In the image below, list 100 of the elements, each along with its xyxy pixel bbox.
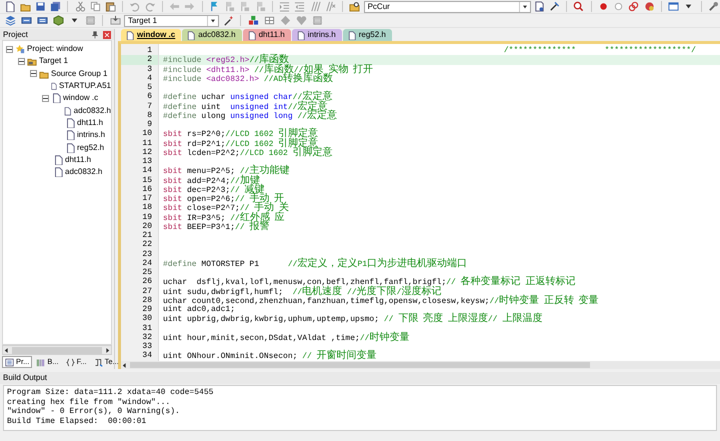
line-number: 17 <box>141 194 153 204</box>
find-in-files-icon[interactable] <box>348 0 362 13</box>
file-icon <box>53 167 63 178</box>
file-icon <box>50 81 57 92</box>
file-tab[interactable]: window .c <box>121 29 182 41</box>
save-icon[interactable] <box>34 0 48 13</box>
code-line: sbit IR=P3^5; //红外感 应 <box>162 212 286 222</box>
line-number: 14 <box>141 166 153 176</box>
code-line: #include <adc0832.h> //AD转换库函数 <box>162 74 334 83</box>
line-number: 2 <box>121 55 158 64</box>
tree-item[interactable]: window .c <box>63 92 98 104</box>
braces-icon <box>66 358 75 366</box>
code-line: sbit rs=P2^0;//LCD 1602 引脚定意 <box>162 129 320 138</box>
code-line: uint ONhour.ONminit.ONsecon; // 开窗时间变量 <box>162 351 378 360</box>
download-icon[interactable] <box>108 14 122 27</box>
batch-build-icon[interactable] <box>51 14 65 27</box>
uncomment-icon[interactable] <box>324 0 338 13</box>
line-number: 7 <box>146 102 153 111</box>
line-number: 5 <box>146 83 153 92</box>
code-line: uint upbrig,dwbrig,kwbrig,uphum,uptemp,upsmo; // 下限 亮度 上限湿度// 上限温度 <box>162 314 544 324</box>
code-line: #define uchar unsigned char//宏定意 <box>162 92 334 102</box>
line-number: 22 <box>141 240 153 250</box>
file-tab[interactable]: reg52.h <box>342 29 392 41</box>
code-line: sbit dec=P2^3;// 减键 <box>162 184 265 194</box>
file-icon <box>53 154 63 165</box>
tree-item[interactable]: Source Group 1 <box>51 68 108 80</box>
panel-title: Build Output <box>3 372 48 384</box>
tree-item[interactable]: reg52.h <box>77 142 104 154</box>
target-folder-icon <box>27 56 37 66</box>
comment-icon[interactable] <box>308 0 322 13</box>
breakpoints-icon[interactable] <box>642 0 656 13</box>
code-line: uchar dsflj,kval,lofl,menusw,con,befl,zhenfl,fanfl,brigfl;// 各种变量标记 正返转标记 <box>162 277 576 286</box>
code-line: sbit lcden=P2^2;//LCD 1602 引脚定意 <box>162 148 334 157</box>
file-icon <box>63 106 72 116</box>
chip-icon[interactable] <box>310 14 324 27</box>
line-number: 16 <box>141 184 153 194</box>
line-number: 25 <box>141 268 153 278</box>
line-number: 33 <box>141 342 153 352</box>
caret-icon <box>209 16 217 24</box>
grid-icon[interactable] <box>262 14 276 27</box>
code-line: uint adc0,adc1; <box>162 305 236 314</box>
debug-magnifier-icon[interactable] <box>572 0 586 13</box>
target-combo-box[interactable]: Target 1 <box>124 14 219 26</box>
line-number: 18 <box>141 203 153 212</box>
line-number: 34 <box>141 351 153 360</box>
line-number: 10 <box>141 129 153 138</box>
code-line: #define ulong unsigned long //宏定意 <box>162 110 338 120</box>
line-number: 24 <box>141 258 153 268</box>
line-number: 15 <box>141 176 153 185</box>
line-number: 11 <box>141 138 153 148</box>
file-icon <box>51 93 61 104</box>
tree-item[interactable]: intrins.h <box>77 129 106 142</box>
line-number: 9 <box>146 120 153 130</box>
window-icon[interactable] <box>666 0 680 13</box>
collapse-toggle[interactable] <box>30 70 37 78</box>
code-line: sbit BEEP=P3^1;// 报警 <box>162 222 270 231</box>
caret-icon <box>520 2 529 10</box>
tree-item[interactable]: STARTUP.A51 <box>58 80 111 92</box>
collapse-toggle[interactable] <box>18 58 25 65</box>
file-tab[interactable]: dht11.h <box>242 29 291 41</box>
line-number: 27 <box>141 286 153 296</box>
tree-item[interactable]: dht11.h <box>65 154 92 166</box>
code-line: #include <dht11.h> //库函数//如果 实物 打开 <box>162 64 374 74</box>
horizontal-scrollbar[interactable] <box>2 345 112 355</box>
colored-blocks-icon[interactable] <box>246 14 260 27</box>
code-line: sbit open=P2^6;// 手动 开 <box>162 194 284 204</box>
outdent-icon[interactable] <box>293 0 307 13</box>
output-line: Program Size: data=111.2 xdata=40 code=5455 <box>7 388 214 398</box>
file-tab[interactable]: intrins.h <box>292 29 342 41</box>
stack-icon[interactable] <box>3 14 17 27</box>
line-number: 32 <box>141 332 153 342</box>
copy-icon[interactable] <box>88 0 102 13</box>
wrench-icon[interactable] <box>706 0 720 13</box>
books-icon <box>36 358 46 366</box>
code-line: uchar count0,second,zhenzhuan,fanzhuan,timeflg,opensw,closesw,keysw;//时钟变量 正反转 变量 <box>162 296 600 305</box>
paste-icon[interactable] <box>104 0 118 13</box>
line-number: 21 <box>141 231 153 240</box>
chain-link-icon[interactable] <box>627 0 641 13</box>
hammer-icon[interactable] <box>548 0 562 13</box>
tree-item[interactable]: dht11.h <box>77 116 104 129</box>
combo-box[interactable]: PcCur <box>364 0 531 12</box>
collapse-toggle[interactable] <box>42 94 49 102</box>
horizontal-scrollbar[interactable] <box>121 361 720 369</box>
file-tab[interactable]: adc0832.h <box>182 29 242 41</box>
pin-icon <box>91 30 99 38</box>
output-line: creating hex file from "window"... <box>7 398 172 407</box>
indent-icon[interactable] <box>278 0 292 13</box>
line-number: 19 <box>141 212 153 222</box>
code-line: sbit close=P2^7;// 手动 关 <box>162 203 290 212</box>
save-all-icon[interactable] <box>49 0 62 13</box>
code-line: uint sudu,dwbrigfl,humfl; //电机速度 //光度下限/湿度标记 <box>162 286 442 296</box>
tree-item[interactable]: Target 1 <box>39 55 68 68</box>
tree-item[interactable]: adc0832.h <box>74 104 111 117</box>
collapse-toggle[interactable] <box>6 46 13 53</box>
code-line: sbit rd=P2^1;//LCD 1602 引脚定意 <box>162 138 318 148</box>
tree-item[interactable]: Project: window <box>27 43 84 56</box>
code-line: sbit menu=P2^5; //主功能键 <box>162 166 290 176</box>
code-line: sbit add=P2^4;//加键 <box>162 176 260 185</box>
tree-item[interactable]: adc0832.h <box>65 166 102 178</box>
line-number: 31 <box>141 324 153 333</box>
